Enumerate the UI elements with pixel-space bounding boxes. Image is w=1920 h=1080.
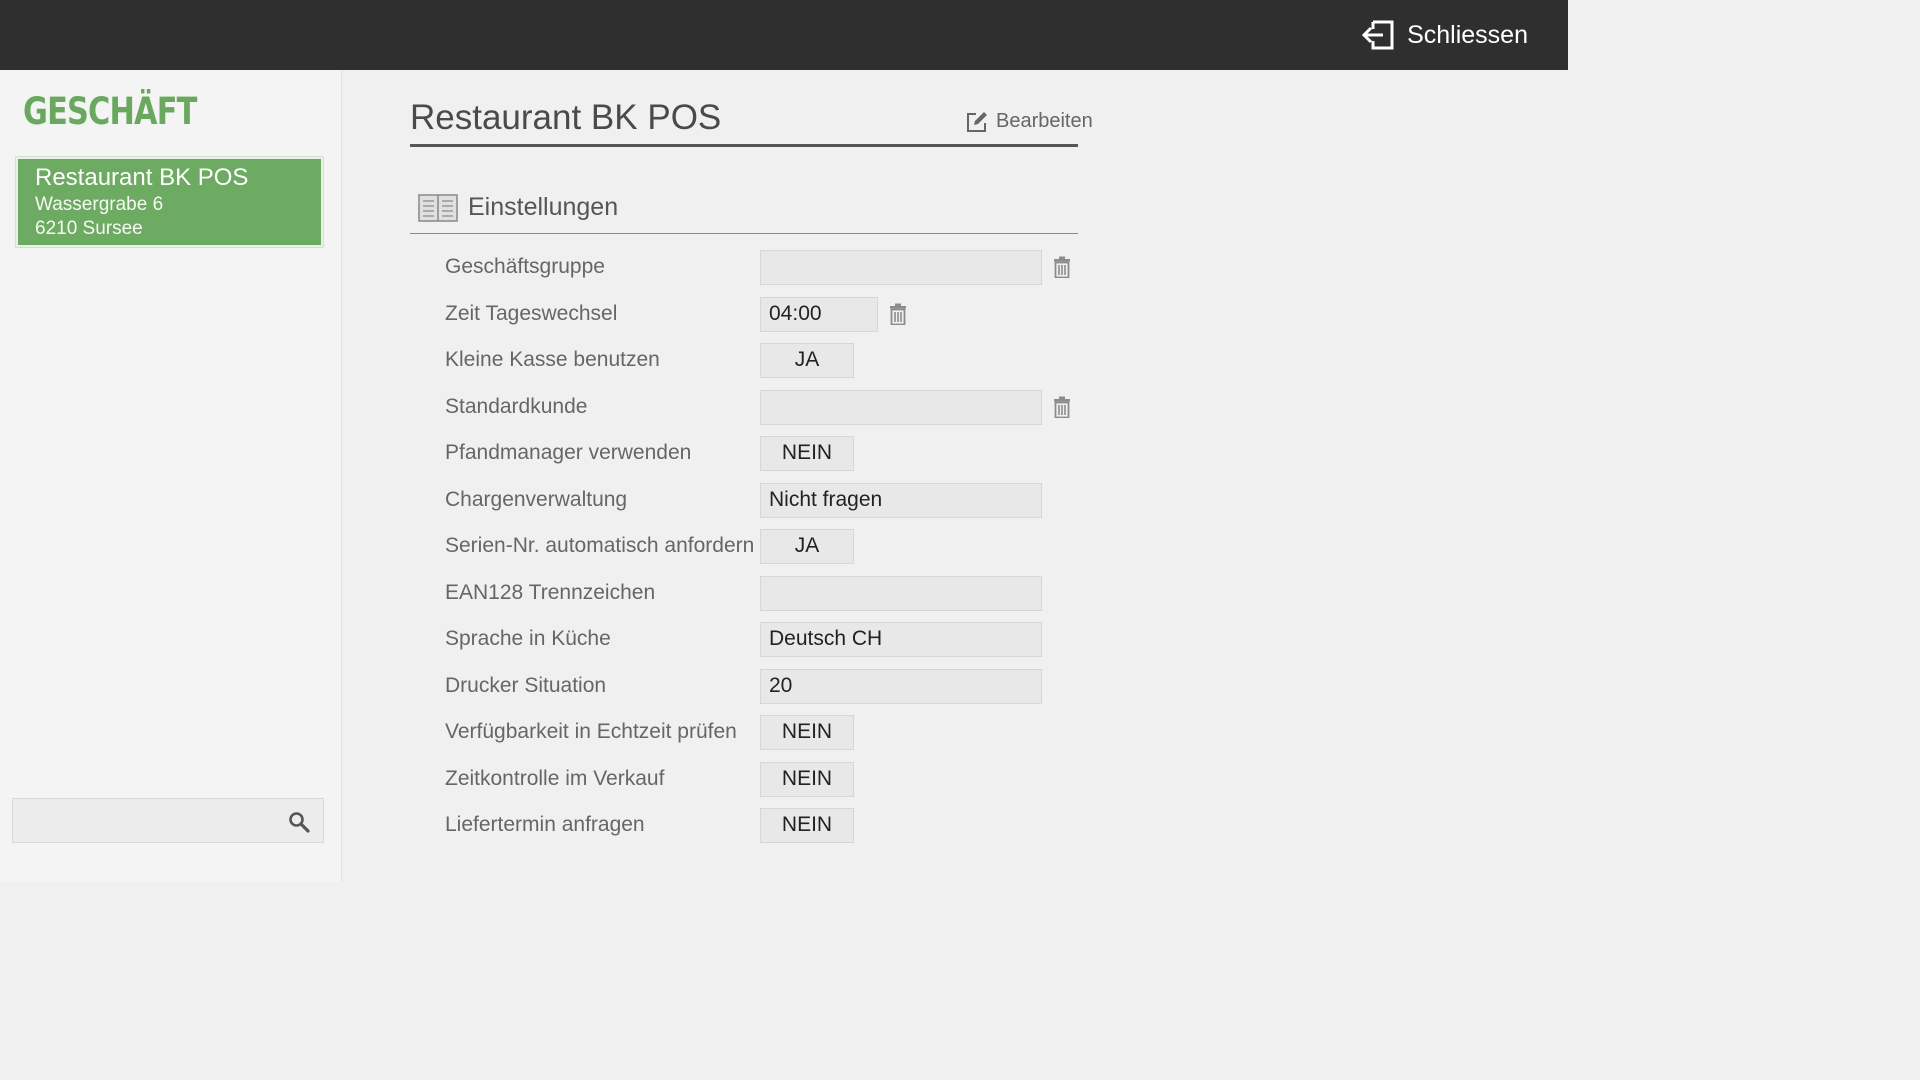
trash-icon[interactable]	[889, 303, 907, 325]
edit-icon	[967, 111, 987, 132]
edit-button-label: Bearbeiten	[996, 110, 1093, 132]
setting-label: Chargenverwaltung	[445, 488, 628, 511]
setting-label: Pfandmanager verwenden	[445, 441, 692, 464]
setting-row: Drucker Situation 20	[445, 669, 1105, 705]
store-city: 6210 Sursee	[35, 218, 143, 239]
close-button-label: Schliessen	[1407, 20, 1528, 49]
setting-row: Verfügbarkeit in Echtzeit prüfen NEIN	[445, 715, 1105, 751]
setting-label: Zeitkontrolle im Verkauf	[445, 767, 665, 790]
trash-icon[interactable]	[1053, 396, 1071, 418]
setting-row: Zeit Tageswechsel 04:00	[445, 297, 1105, 333]
search-box	[12, 798, 324, 843]
section-title: Einstellungen	[468, 193, 619, 221]
edit-button[interactable]: Bearbeiten	[966, 110, 1093, 133]
setting-value-field[interactable]: Nicht fragen	[760, 483, 1042, 518]
setting-value-field[interactable]: Deutsch CH	[760, 622, 1042, 657]
setting-toggle[interactable]: NEIN	[760, 762, 854, 797]
setting-row: EAN128 Trennzeichen	[445, 576, 1105, 612]
setting-label: Kleine Kasse benutzen	[445, 348, 660, 371]
setting-label: Zeit Tageswechsel	[445, 302, 618, 325]
setting-label: Drucker Situation	[445, 674, 607, 697]
setting-label: Standardkunde	[445, 395, 588, 418]
section-divider	[410, 233, 1078, 234]
book-icon	[418, 193, 458, 222]
setting-label: EAN128 Trennzeichen	[445, 581, 656, 604]
search-input[interactable]	[13, 799, 273, 842]
setting-label: Liefertermin anfragen	[445, 813, 645, 836]
store-name: Restaurant BK POS	[35, 164, 249, 191]
setting-row: Pfandmanager verwenden NEIN	[445, 436, 1105, 472]
trash-icon[interactable]	[1053, 256, 1071, 278]
sidebar-title: GESCHÄFT	[23, 90, 197, 133]
setting-label: Verfügbarkeit in Echtzeit prüfen	[445, 720, 737, 743]
setting-value-field[interactable]: 04:00	[760, 297, 878, 332]
setting-row: Zeitkontrolle im Verkauf NEIN	[445, 762, 1105, 798]
store-street: Wassergrabe 6	[35, 194, 164, 215]
setting-row: Chargenverwaltung Nicht fragen	[445, 483, 1105, 519]
setting-row: Serien-Nr. automatisch anfordern JA	[445, 529, 1105, 565]
setting-label: Geschäftsgruppe	[445, 255, 605, 278]
setting-row: Sprache in Küche Deutsch CH	[445, 622, 1105, 658]
sidebar: GESCHÄFT Restaurant BK POS Wassergrabe 6…	[0, 70, 342, 882]
setting-row: Kleine Kasse benutzen JA	[445, 343, 1105, 379]
setting-toggle[interactable]: JA	[760, 343, 854, 378]
setting-row: Liefertermin anfragen NEIN	[445, 808, 1105, 844]
exit-icon	[1361, 20, 1394, 50]
setting-toggle[interactable]: NEIN	[760, 808, 854, 843]
setting-row: Standardkunde	[445, 390, 1105, 426]
close-button[interactable]: Schliessen	[1361, 16, 1528, 54]
setting-value-field[interactable]	[760, 576, 1042, 611]
store-list-item[interactable]: Restaurant BK POS Wassergrabe 6 6210 Sur…	[16, 157, 323, 247]
setting-value-field[interactable]	[760, 390, 1042, 425]
top-bar: Schliessen	[0, 0, 1568, 70]
setting-toggle[interactable]: JA	[760, 529, 854, 564]
setting-label: Sprache in Küche	[445, 627, 611, 650]
setting-value-field[interactable]	[760, 250, 1042, 285]
search-icon[interactable]	[288, 811, 310, 833]
setting-toggle[interactable]: NEIN	[760, 436, 854, 471]
setting-toggle[interactable]: NEIN	[760, 715, 854, 750]
page-title: Restaurant BK POS	[410, 98, 722, 137]
setting-label: Serien-Nr. automatisch anfordern	[445, 534, 755, 557]
setting-row: Geschäftsgruppe	[445, 250, 1105, 286]
section-header: Einstellungen	[418, 193, 618, 222]
setting-value-field[interactable]: 20	[760, 669, 1042, 704]
title-divider	[410, 144, 1078, 147]
